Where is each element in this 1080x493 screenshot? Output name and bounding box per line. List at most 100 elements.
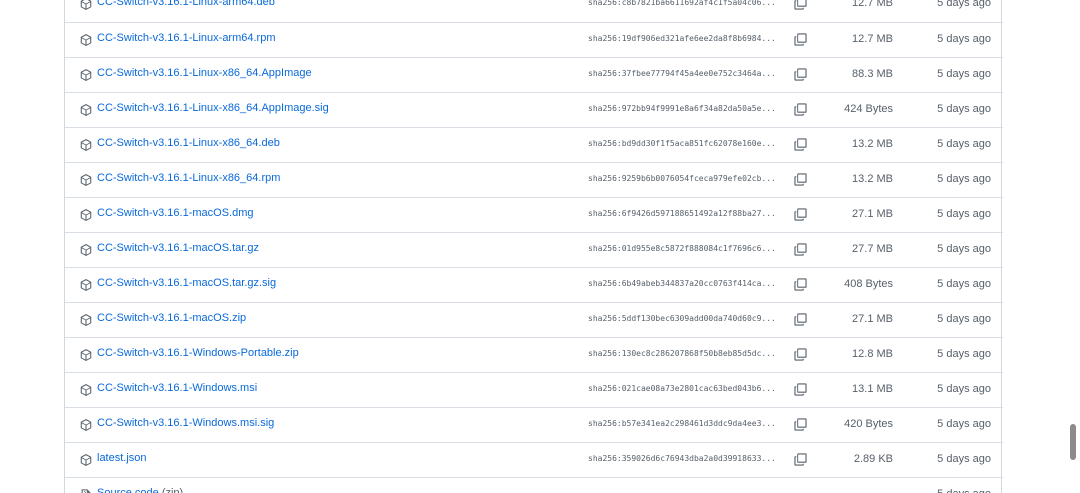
- asset-sha256-digest: sha256:19df906ed321afe6ee2da8f8b6984...: [588, 34, 776, 43]
- asset-date: 5 days ago: [937, 103, 991, 115]
- asset-row: CC-Switch-v3.16.1-macOS.dmg sha256:6f9426…: [65, 197, 1003, 232]
- asset-date: 5 days ago: [937, 0, 991, 9]
- package-icon: [80, 349, 92, 361]
- asset-sha256-digest: sha256:37fbee77794f45a4ee0e752c3464a...: [588, 69, 776, 78]
- asset-download-link[interactable]: CC-Switch-v3.16.1-Linux-x86_64.rpm: [97, 172, 280, 184]
- asset-size: 420 Bytes: [844, 418, 893, 430]
- copy-icon[interactable]: [793, 242, 808, 257]
- copy-icon[interactable]: [793, 347, 808, 362]
- copy-icon[interactable]: [793, 417, 808, 432]
- asset-sha256-digest: sha256:021cae08a73e2801cac63bed043b6...: [588, 384, 776, 393]
- asset-sha256-digest: sha256:130ec8c286207868f50b8eb85d5dc...: [588, 349, 776, 358]
- asset-size: 27.1 MB: [852, 208, 893, 220]
- package-icon: [80, 454, 92, 466]
- asset-size: 13.1 MB: [852, 383, 893, 395]
- package-icon: [80, 384, 92, 396]
- asset-download-link[interactable]: CC-Switch-v3.16.1-Linux-x86_64.AppImage.…: [97, 102, 329, 114]
- package-icon: [80, 69, 92, 81]
- asset-date: 5 days ago: [937, 208, 991, 220]
- package-icon: [80, 209, 92, 221]
- package-icon: [80, 0, 92, 10]
- asset-date: 5 days ago: [937, 278, 991, 290]
- package-icon: [80, 244, 92, 256]
- asset-row: CC-Switch-v3.16.1-Windows-Portable.zip sh…: [65, 337, 1003, 372]
- asset-download-link[interactable]: CC-Switch-v3.16.1-macOS.zip: [97, 312, 246, 324]
- asset-size: 27.7 MB: [852, 243, 893, 255]
- asset-row: CC-Switch-v3.16.1-Linux-x86_64.rpm sha256…: [65, 162, 1003, 197]
- asset-size: 27.1 MB: [852, 313, 893, 325]
- asset-row: Source code (zip) 5 days ago: [65, 477, 1003, 493]
- asset-size: 12.7 MB: [852, 33, 893, 45]
- asset-row: CC-Switch-v3.16.1-Linux-arm64.rpm sha256:…: [65, 22, 1003, 57]
- asset-sha256-digest: sha256:01d955e8c5872f888084c1f7696c6...: [588, 244, 776, 253]
- asset-download-link[interactable]: CC-Switch-v3.16.1-Linux-arm64.rpm: [97, 32, 276, 44]
- asset-size: 2.89 KB: [853, 453, 893, 465]
- asset-sha256-digest: sha256:972bb94f9991e8a6f34a82da50a5e...: [588, 104, 776, 113]
- asset-date: 5 days ago: [937, 33, 991, 45]
- asset-row: CC-Switch-v3.16.1-Linux-x86_64.deb sha256…: [65, 127, 1003, 162]
- asset-row: CC-Switch-v3.16.1-macOS.tar.gz.sig sha256…: [65, 267, 1003, 302]
- copy-icon[interactable]: [793, 207, 808, 222]
- copy-icon[interactable]: [793, 172, 808, 187]
- asset-date: 5 days ago: [937, 453, 991, 465]
- asset-size: 408 Bytes: [844, 278, 893, 290]
- assets-list: CC-Switch-v3.16.1-Linux-arm64.deb sha256:…: [64, 0, 1003, 493]
- copy-icon[interactable]: [793, 32, 808, 47]
- asset-date: 5 days ago: [937, 138, 991, 150]
- asset-sha256-digest: sha256:6f9426d597188651492a12f88ba27...: [588, 209, 776, 218]
- asset-download-link[interactable]: CC-Switch-v3.16.1-Linux-arm64.deb: [97, 0, 275, 8]
- asset-row: CC-Switch-v3.16.1-Linux-x86_64.AppImage.…: [65, 92, 1003, 127]
- asset-size: 12.8 MB: [852, 348, 893, 360]
- copy-icon[interactable]: [793, 312, 808, 327]
- asset-size: 12.7 MB: [852, 0, 893, 9]
- package-icon: [80, 34, 92, 46]
- package-icon: [80, 104, 92, 116]
- asset-sha256-digest: sha256:9259b6b0076054fceca979efe02cb...: [588, 174, 776, 183]
- asset-sha256-digest: sha256:bd9dd30f1f5aca851fc62078e160e...: [588, 139, 776, 148]
- asset-date: 5 days ago: [937, 68, 991, 80]
- copy-icon[interactable]: [793, 67, 808, 82]
- copy-icon[interactable]: [793, 277, 808, 292]
- package-icon: [80, 139, 92, 151]
- asset-row: CC-Switch-v3.16.1-Linux-arm64.deb sha256:…: [65, 0, 1003, 22]
- copy-icon[interactable]: [793, 382, 808, 397]
- asset-row: CC-Switch-v3.16.1-Linux-x86_64.AppImage s…: [65, 57, 1003, 92]
- scrollbar-thumb[interactable]: [1070, 424, 1076, 460]
- asset-size: 88.3 MB: [852, 68, 893, 80]
- asset-download-link[interactable]: CC-Switch-v3.16.1-Linux-x86_64.deb: [97, 137, 280, 149]
- scrollbar-track[interactable]: [1066, 0, 1080, 493]
- asset-download-link[interactable]: CC-Switch-v3.16.1-Windows-Portable.zip: [97, 347, 299, 359]
- asset-download-link[interactable]: CC-Switch-v3.16.1-macOS.tar.gz.sig: [97, 277, 276, 289]
- package-icon: [80, 419, 92, 431]
- asset-download-link[interactable]: Source code (zip): [97, 487, 183, 493]
- package-icon: [80, 174, 92, 186]
- asset-download-link[interactable]: CC-Switch-v3.16.1-Linux-x86_64.AppImage: [97, 67, 312, 79]
- release-assets-viewport: CC-Switch-v3.16.1-Linux-arm64.deb sha256:…: [0, 0, 1080, 493]
- asset-date: 5 days ago: [911, 488, 991, 493]
- asset-download-link[interactable]: CC-Switch-v3.16.1-macOS.tar.gz: [97, 242, 259, 254]
- package-icon: [80, 279, 92, 291]
- asset-row: CC-Switch-v3.16.1-macOS.tar.gz sha256:01d…: [65, 232, 1003, 267]
- asset-sha256-digest: sha256:b57e341ea2c298461d3ddc9da4ee3...: [588, 419, 776, 428]
- asset-size: 13.2 MB: [852, 138, 893, 150]
- asset-download-link[interactable]: CC-Switch-v3.16.1-Windows.msi.sig: [97, 417, 274, 429]
- asset-size: 13.2 MB: [852, 173, 893, 185]
- copy-icon[interactable]: [793, 0, 808, 11]
- asset-download-link[interactable]: latest.json: [97, 452, 147, 464]
- file-zip-icon: [81, 489, 91, 493]
- asset-date: 5 days ago: [937, 348, 991, 360]
- asset-row: CC-Switch-v3.16.1-Windows.msi sha256:021c…: [65, 372, 1003, 407]
- copy-icon[interactable]: [793, 452, 808, 467]
- copy-icon[interactable]: [793, 102, 808, 117]
- asset-date: 5 days ago: [937, 173, 991, 185]
- asset-download-link[interactable]: CC-Switch-v3.16.1-macOS.dmg: [97, 207, 254, 219]
- copy-icon[interactable]: [793, 137, 808, 152]
- asset-name-suffix: (zip): [161, 487, 184, 493]
- asset-sha256-digest: sha256:5ddf130bec6309add00da740d60c9...: [588, 314, 776, 323]
- asset-date: 5 days ago: [937, 418, 991, 430]
- asset-download-link[interactable]: CC-Switch-v3.16.1-Windows.msi: [97, 382, 257, 394]
- asset-row: CC-Switch-v3.16.1-Windows.msi.sig sha256:…: [65, 407, 1003, 442]
- asset-sha256-digest: sha256:c8b7821ba6611692af4c1f5a04c06...: [588, 0, 776, 7]
- asset-sha256-digest: sha256:359026d6c76943dba2a0d39918633...: [588, 454, 776, 463]
- asset-row: latest.json sha256:359026d6c76943dba2a0d3…: [65, 442, 1003, 477]
